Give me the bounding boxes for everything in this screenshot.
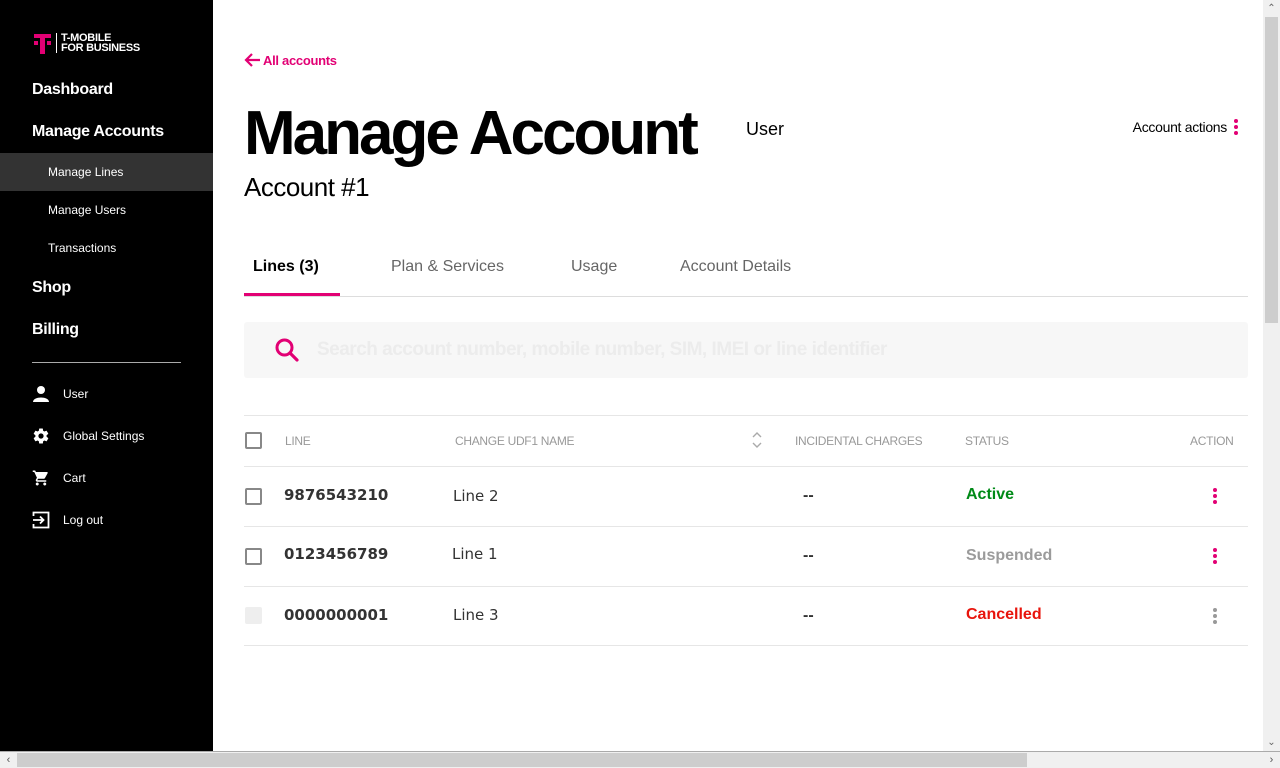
status-badge: Suspended (966, 547, 1053, 564)
line-number[interactable]: 0123456789 (284, 545, 388, 563)
logo-text: T-MOBILE FOR BUSINESS (61, 33, 140, 54)
sidebar-item-manage-users[interactable]: Manage Users (0, 191, 213, 229)
incidental-charges: -- (803, 607, 814, 624)
sidebar-item-label: Log out (63, 513, 104, 527)
scroll-down-icon[interactable]: ⌄ (1263, 734, 1280, 751)
select-all-checkbox[interactable] (245, 432, 262, 449)
sidebar-item-billing[interactable]: Billing (32, 321, 79, 339)
account-actions-label: Account actions (1132, 119, 1228, 135)
status-badge: Active (966, 486, 1015, 503)
sidebar-item-log-out[interactable]: Log out (32, 511, 103, 529)
row-checkbox-disabled (245, 607, 262, 624)
incidental-charges: -- (803, 487, 814, 504)
search-icon[interactable] (274, 337, 300, 363)
table-body: 9876543210 Line 2 -- Active 0123456789 L… (244, 467, 1248, 646)
tmobile-t-icon (34, 32, 51, 54)
sidebar-item-label: User (63, 387, 89, 401)
tab-usage[interactable]: Usage (571, 248, 617, 296)
gear-icon (33, 428, 49, 444)
vertical-scroll-thumb[interactable] (1265, 17, 1278, 323)
tab-bar: Lines (3) Plan & Services Usage Account … (244, 248, 1248, 297)
row-action-kebab-icon[interactable] (1210, 487, 1220, 505)
sidebar-item-manage-accounts[interactable]: Manage Accounts (32, 123, 164, 141)
scroll-up-icon[interactable]: ⌃ (1263, 0, 1280, 17)
logo-line2: FOR BUSINESS (61, 42, 140, 54)
sort-icon[interactable] (751, 430, 763, 450)
sidebar-item-shop[interactable]: Shop (32, 279, 71, 297)
cart-icon (32, 470, 48, 486)
row-action-kebab-icon[interactable] (1210, 547, 1220, 565)
all-accounts-label: All accounts (263, 52, 337, 68)
line-name[interactable]: Line 3 (453, 606, 499, 624)
sidebar-item-label: Global Settings (63, 429, 145, 443)
sidebar-item-transactions[interactable]: Transactions (0, 229, 213, 267)
sidebar: T-MOBILE FOR BUSINESS Dashboard Manage A… (0, 0, 213, 751)
column-header-action: ACTION (1190, 434, 1234, 448)
row-action-kebab-icon (1210, 607, 1220, 625)
vertical-scrollbar[interactable]: ⌃ ⌄ (1263, 0, 1280, 751)
user-icon (33, 386, 49, 402)
column-header-line[interactable]: LINE (285, 434, 311, 448)
table-row: 0123456789 Line 1 -- Suspended (244, 527, 1248, 587)
search-input[interactable] (317, 339, 1217, 361)
table-header: LINE CHANGE UDF1 NAME INCIDENTAL CHARGES… (244, 415, 1248, 467)
column-header-incidental-charges[interactable]: INCIDENTAL CHARGES (795, 434, 923, 448)
lines-table: LINE CHANGE UDF1 NAME INCIDENTAL CHARGES… (244, 415, 1248, 646)
table-row: 9876543210 Line 2 -- Active (244, 467, 1248, 527)
horizontal-scrollbar[interactable]: ‹ › (0, 751, 1280, 768)
logo-separator (56, 33, 57, 53)
account-actions-button[interactable]: Account actions (1133, 118, 1241, 136)
title-user-label: User (746, 119, 785, 139)
sidebar-item-manage-lines[interactable]: Manage Lines (0, 153, 213, 191)
scroll-left-icon[interactable]: ‹ (0, 752, 17, 768)
sidebar-item-label: Cart (63, 471, 86, 485)
status-badge: Cancelled (966, 606, 1042, 623)
tab-account-details[interactable]: Account Details (680, 248, 791, 296)
line-number[interactable]: 9876543210 (284, 486, 388, 504)
page-title: Manage Account (244, 99, 699, 168)
tab-lines[interactable]: Lines (3) (244, 248, 340, 296)
row-checkbox[interactable] (245, 488, 262, 505)
column-header-status[interactable]: STATUS (965, 434, 1009, 448)
kebab-menu-icon (1231, 118, 1241, 136)
horizontal-scroll-thumb[interactable] (17, 753, 1027, 767)
column-header-udf1-name[interactable]: CHANGE UDF1 NAME (455, 434, 575, 448)
line-number[interactable]: 0000000001 (284, 606, 388, 624)
sidebar-item-global-settings[interactable]: Global Settings (32, 427, 144, 445)
sidebar-divider (32, 362, 181, 363)
tmobile-logo[interactable]: T-MOBILE FOR BUSINESS (34, 32, 140, 54)
account-name: Account #1 (244, 172, 370, 202)
sidebar-item-dashboard[interactable]: Dashboard (32, 81, 113, 99)
scroll-right-icon[interactable]: › (1263, 752, 1280, 768)
row-checkbox[interactable] (245, 548, 262, 565)
line-name[interactable]: Line 2 (453, 487, 499, 505)
tab-plan-services[interactable]: Plan & Services (391, 248, 504, 296)
main-content: All accounts Manage Account User Account… (213, 0, 1263, 751)
arrow-left-icon (244, 53, 260, 67)
table-row: 0000000001 Line 3 -- Cancelled (244, 587, 1248, 646)
all-accounts-link[interactable]: All accounts (244, 52, 337, 68)
sidebar-item-cart[interactable]: Cart (32, 469, 86, 487)
incidental-charges: -- (803, 547, 814, 564)
search-bar (244, 322, 1248, 378)
line-name[interactable]: Line 1 (452, 545, 498, 563)
sidebar-item-user[interactable]: User (32, 385, 88, 403)
logout-icon (32, 511, 50, 529)
